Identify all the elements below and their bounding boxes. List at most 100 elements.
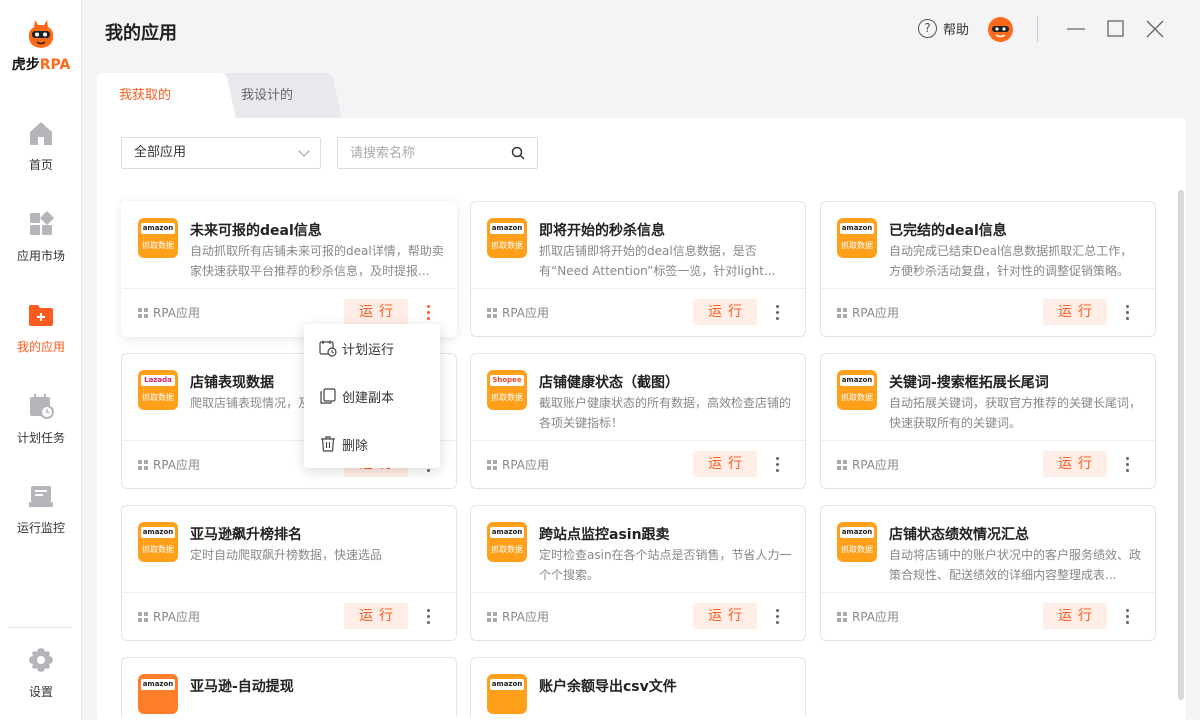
app-card[interactable]: Shopee 抓取数据 店铺健康状态（截图） 截取账户健康状态的所有数据，高效检查… <box>470 353 806 489</box>
sidebar: 虎步RPA 首页 应用市场 我的应用 计划任务 运行监控 设置 <box>0 0 82 720</box>
run-button[interactable]: 运行 <box>344 299 408 325</box>
run-button[interactable]: 运行 <box>693 603 757 629</box>
card-type: RPA应用 <box>138 304 200 321</box>
app-type-icon <box>487 307 497 318</box>
more-options-icon[interactable] <box>420 299 436 325</box>
category-select[interactable]: 全部应用 <box>121 137 321 169</box>
help-button[interactable]: ? 帮助 <box>918 19 969 38</box>
close-button[interactable] <box>1144 18 1166 40</box>
card-description: 截取账户健康状态的所有数据，高效检查店铺的各项关键指标！ <box>539 396 792 430</box>
sidebar-item-my-apps[interactable]: 我的应用 <box>0 300 82 355</box>
more-options-icon[interactable] <box>769 603 785 629</box>
app-card[interactable]: amazon 抓取数据 亚马逊飙升榜排名 定时自动爬取飙升榜数据，快速选品 RPA… <box>121 505 457 641</box>
scrollbar[interactable] <box>1178 190 1184 700</box>
help-label: 帮助 <box>943 23 970 38</box>
more-options-icon[interactable] <box>420 603 436 629</box>
app-card[interactable]: amazon 抓取数据 店铺状态绩效情况汇总 自动将店铺中的账户状况中的客户服务绩… <box>820 505 1156 641</box>
app-type-icon <box>138 459 148 470</box>
app-card[interactable]: amazon 抓取数据 即将开始的秒杀信息 抓取店铺即将开始的deal信息数据，是… <box>470 201 806 337</box>
menu-item-schedule-run[interactable]: 计划运行 <box>304 328 440 368</box>
amazon-scrape-icon: amazon 抓取数据 <box>837 370 877 410</box>
card-title: 店铺状态绩效情况汇总 <box>889 527 1029 543</box>
gear-icon <box>26 645 56 675</box>
tab-my-acquired[interactable]: 我获取的 <box>97 73 217 119</box>
monitor-icon <box>26 481 56 511</box>
run-button[interactable]: 运行 <box>1043 299 1107 325</box>
card-divider <box>821 288 1155 289</box>
card-divider <box>471 288 805 289</box>
card-divider <box>821 440 1155 441</box>
tab-my-designed[interactable]: 我设计的 <box>221 73 327 119</box>
card-description: 定时自动爬取飙升榜数据，快速选品 <box>190 548 383 562</box>
sidebar-item-home[interactable]: 首页 <box>0 118 82 173</box>
app-type-icon <box>837 611 847 622</box>
app-type-icon <box>487 611 497 622</box>
card-description: 自动将店铺中的账户状况中的客户服务绩效、政策合规性、配送绩效的详细内容整理成表.… <box>889 548 1142 582</box>
app-card[interactable]: amazon 抓取数据 未来可报的deal信息 自动抓取所有店铺未来可报的deal… <box>121 201 457 337</box>
sidebar-item-run-monitor[interactable]: 运行监控 <box>0 481 82 536</box>
search-icon[interactable] <box>511 146 525 160</box>
card-title: 亚马逊-自动提现 <box>190 679 294 695</box>
app-card[interactable]: amazon 抓取数据 跨站点监控asin跟卖 定时检查asin在各个站点是否销售… <box>470 505 806 641</box>
run-button[interactable]: 运行 <box>1043 603 1107 629</box>
app-type-icon <box>837 459 847 470</box>
minimize-button[interactable] <box>1065 18 1087 40</box>
schedule-run-icon <box>319 340 337 357</box>
app-type-icon <box>837 307 847 318</box>
card-divider <box>471 440 805 441</box>
minimize-icon <box>1067 28 1085 30</box>
more-options-icon[interactable] <box>769 299 785 325</box>
card-title: 关键词-搜索框拓展长尾词 <box>889 375 1049 391</box>
app-card[interactable]: amazon 账户余额导出csv文件 <box>470 657 806 717</box>
card-title: 亚马逊飙升榜排名 <box>190 527 302 543</box>
amazon-scrape-icon: amazon 抓取数据 <box>487 522 527 562</box>
chevron-down-icon <box>298 145 310 157</box>
amazon-scrape-icon: amazon 抓取数据 <box>138 218 178 258</box>
run-button[interactable]: 运行 <box>693 451 757 477</box>
menu-item-delete[interactable]: 删除 <box>304 424 440 464</box>
card-description: 抓取店铺即将开始的deal信息数据，是否有“Need Attention”标签一… <box>539 244 776 278</box>
card-title: 店铺表现数据 <box>190 375 274 391</box>
more-options-icon[interactable] <box>1119 603 1135 629</box>
apps-market-icon <box>26 209 56 239</box>
sidebar-item-app-market[interactable]: 应用市场 <box>0 209 82 264</box>
sidebar-item-settings[interactable]: 设置 <box>0 645 82 700</box>
app-logo[interactable]: 虎步RPA <box>0 16 82 74</box>
app-type-icon <box>487 459 497 470</box>
card-divider <box>821 592 1155 593</box>
run-button[interactable]: 运行 <box>693 299 757 325</box>
card-type: RPA应用 <box>138 608 200 625</box>
card-type: RPA应用 <box>837 608 899 625</box>
more-options-icon[interactable] <box>1119 451 1135 477</box>
brand-name: 虎步RPA <box>11 57 71 73</box>
card-divider <box>122 288 456 289</box>
page-title: 我的应用 <box>105 23 177 44</box>
more-options-icon[interactable] <box>1119 299 1135 325</box>
card-description: 自动完成已结束Deal信息数据抓取汇总工作，方便秒杀活动复盘，针对性的调整促销策… <box>889 244 1133 278</box>
card-type: RPA应用 <box>487 456 549 473</box>
header-divider <box>1037 16 1038 42</box>
header: 我的应用 <box>82 0 1200 60</box>
more-options-icon[interactable] <box>769 451 785 477</box>
menu-item-create-copy[interactable]: 创建副本 <box>304 376 440 416</box>
app-card[interactable]: amazon 抓取数据 关键词-搜索框拓展长尾词 自动拓展关键词，获取官方推荐的关… <box>820 353 1156 489</box>
app-card[interactable]: amazon 抓取数据 已完结的deal信息 自动完成已结束Deal信息数据抓取汇… <box>820 201 1156 337</box>
card-type: RPA应用 <box>487 304 549 321</box>
app-type-icon <box>138 307 148 318</box>
search-box <box>337 137 538 169</box>
card-divider <box>471 592 805 593</box>
amazon-scrape-icon: amazon 抓取数据 <box>487 218 527 258</box>
card-title: 即将开始的秒杀信息 <box>539 223 665 239</box>
avatar[interactable] <box>988 17 1013 42</box>
trash-icon <box>321 436 335 452</box>
run-button[interactable]: 运行 <box>344 603 408 629</box>
search-input[interactable] <box>338 138 498 168</box>
maximize-button[interactable] <box>1105 18 1127 40</box>
help-icon: ? <box>918 19 937 38</box>
folder-plus-icon <box>26 300 56 330</box>
card-title: 未来可报的deal信息 <box>190 223 322 239</box>
run-button[interactable]: 运行 <box>1043 451 1107 477</box>
sidebar-item-scheduled-tasks[interactable]: 计划任务 <box>0 391 82 446</box>
app-card[interactable]: amazon 亚马逊-自动提现 <box>121 657 457 717</box>
amazon-scrape-icon: amazon 抓取数据 <box>837 218 877 258</box>
